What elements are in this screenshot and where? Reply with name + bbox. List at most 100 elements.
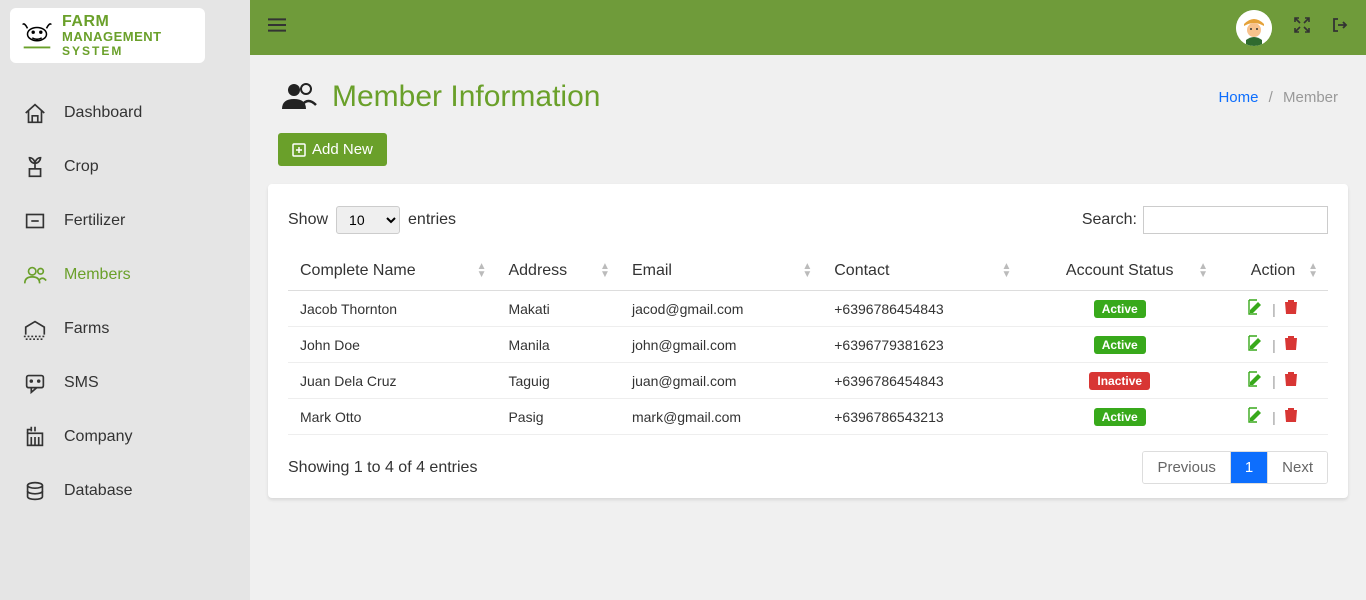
col-account-status[interactable]: Account Status▲▼ [1021,252,1218,291]
cell-contact: +6396786543213 [822,399,1021,435]
delete-icon[interactable] [1284,407,1298,426]
search-label: Search: [1082,211,1137,229]
table-row: Mark OttoPasigmark@gmail.com+63967865432… [288,399,1328,435]
user-avatar[interactable] [1236,10,1272,46]
sort-icon: ▲▼ [477,263,487,279]
col-address[interactable]: Address▲▼ [496,252,619,291]
brand-line3: SYSTEM [62,45,162,57]
delete-icon[interactable] [1284,371,1298,390]
farm-icon [22,316,48,342]
sidebar-item-database[interactable]: Database [0,464,250,518]
cell-contact: +6396786454843 [822,363,1021,399]
length-control: Show 10 entries [288,206,456,234]
length-select[interactable]: 10 [336,206,400,234]
status-badge: Inactive [1089,372,1150,390]
cell-name: Jacob Thornton [288,291,496,327]
cell-status: Active [1021,291,1218,327]
table-row: Juan Dela CruzTaguigjuan@gmail.com+63967… [288,363,1328,399]
sidebar-nav: Dashboard Crop Fertilizer Members Farms SMS Co… [0,71,250,518]
members-icon [22,262,48,288]
action-sep: | [1272,337,1276,353]
sidebar-item-label: SMS [64,374,99,392]
col-action[interactable]: Action▲▼ [1218,252,1328,291]
logo[interactable]: FARM MANAGEMENT SYSTEM [0,0,250,71]
plus-icon [292,143,306,157]
edit-icon[interactable] [1248,371,1264,390]
action-sep: | [1272,409,1276,425]
brand-line1: FARM [62,14,162,30]
logout-icon[interactable] [1332,17,1348,38]
edit-icon[interactable] [1248,299,1264,318]
col-complete-name[interactable]: Complete Name▲▼ [288,252,496,291]
members-title-icon [278,77,318,117]
sidebar-item-label: Crop [64,158,99,176]
add-new-label: Add New [312,141,373,158]
menu-toggle-icon[interactable] [268,17,286,38]
action-sep: | [1272,373,1276,389]
home-icon [22,100,48,126]
page-header: Member Information Home / Member [250,55,1366,125]
search-input[interactable] [1143,206,1328,234]
show-label-pre: Show [288,211,328,229]
cell-name: Mark Otto [288,399,496,435]
sidebar-item-crop[interactable]: Crop [0,140,250,194]
edit-icon[interactable] [1248,335,1264,354]
cell-email: jacod@gmail.com [620,291,822,327]
pagination: Previous 1 Next [1142,451,1328,484]
add-new-button[interactable]: Add New [278,133,387,166]
cell-address: Manila [496,327,619,363]
sort-icon: ▲▼ [1308,263,1318,279]
breadcrumb-sep: / [1269,89,1273,106]
status-badge: Active [1094,408,1146,426]
sort-icon: ▲▼ [802,263,812,279]
action-sep: | [1272,301,1276,317]
cell-address: Taguig [496,363,619,399]
cell-name: Juan Dela Cruz [288,363,496,399]
sidebar-item-company[interactable]: Company [0,410,250,464]
delete-icon[interactable] [1284,335,1298,354]
chat-icon [22,370,48,396]
show-label-post: entries [408,211,456,229]
cell-status: Inactive [1021,363,1218,399]
database-icon [22,478,48,504]
cell-action: | [1218,363,1328,399]
breadcrumb-home[interactable]: Home [1218,89,1258,106]
fullscreen-icon[interactable] [1294,17,1310,38]
sidebar-item-sms[interactable]: SMS [0,356,250,410]
col-contact[interactable]: Contact▲▼ [822,252,1021,291]
members-table: Complete Name▲▼Address▲▼Email▲▼Contact▲▼… [288,252,1328,435]
plant-icon [22,154,48,180]
status-badge: Active [1094,336,1146,354]
sidebar-item-farms[interactable]: Farms [0,302,250,356]
sidebar-item-label: Database [64,482,133,500]
building-icon [22,424,48,450]
sort-icon: ▲▼ [1002,263,1012,279]
page-title: Member Information [332,80,600,114]
sidebar-item-label: Members [64,266,131,284]
breadcrumb-current: Member [1283,89,1338,106]
sidebar-item-fertilizer[interactable]: Fertilizer [0,194,250,248]
sidebar-item-dashboard[interactable]: Dashboard [0,86,250,140]
cell-name: John Doe [288,327,496,363]
page-next[interactable]: Next [1268,452,1327,483]
sort-icon: ▲▼ [1198,263,1208,279]
cell-address: Makati [496,291,619,327]
cell-email: juan@gmail.com [620,363,822,399]
sidebar-item-label: Fertilizer [64,212,125,230]
page-1[interactable]: 1 [1231,452,1268,483]
sidebar-item-label: Farms [64,320,109,338]
cell-email: john@gmail.com [620,327,822,363]
edit-icon[interactable] [1248,407,1264,426]
cell-status: Active [1021,327,1218,363]
cell-contact: +6396786454843 [822,291,1021,327]
page-prev[interactable]: Previous [1143,452,1230,483]
cell-action: | [1218,327,1328,363]
sidebar-item-label: Dashboard [64,104,142,122]
cell-action: | [1218,399,1328,435]
main: Member Information Home / Member Add New… [250,0,1366,600]
col-email[interactable]: Email▲▼ [620,252,822,291]
cell-email: mark@gmail.com [620,399,822,435]
sidebar-item-members[interactable]: Members [0,248,250,302]
brand-line2: MANAGEMENT [62,30,162,43]
delete-icon[interactable] [1284,299,1298,318]
